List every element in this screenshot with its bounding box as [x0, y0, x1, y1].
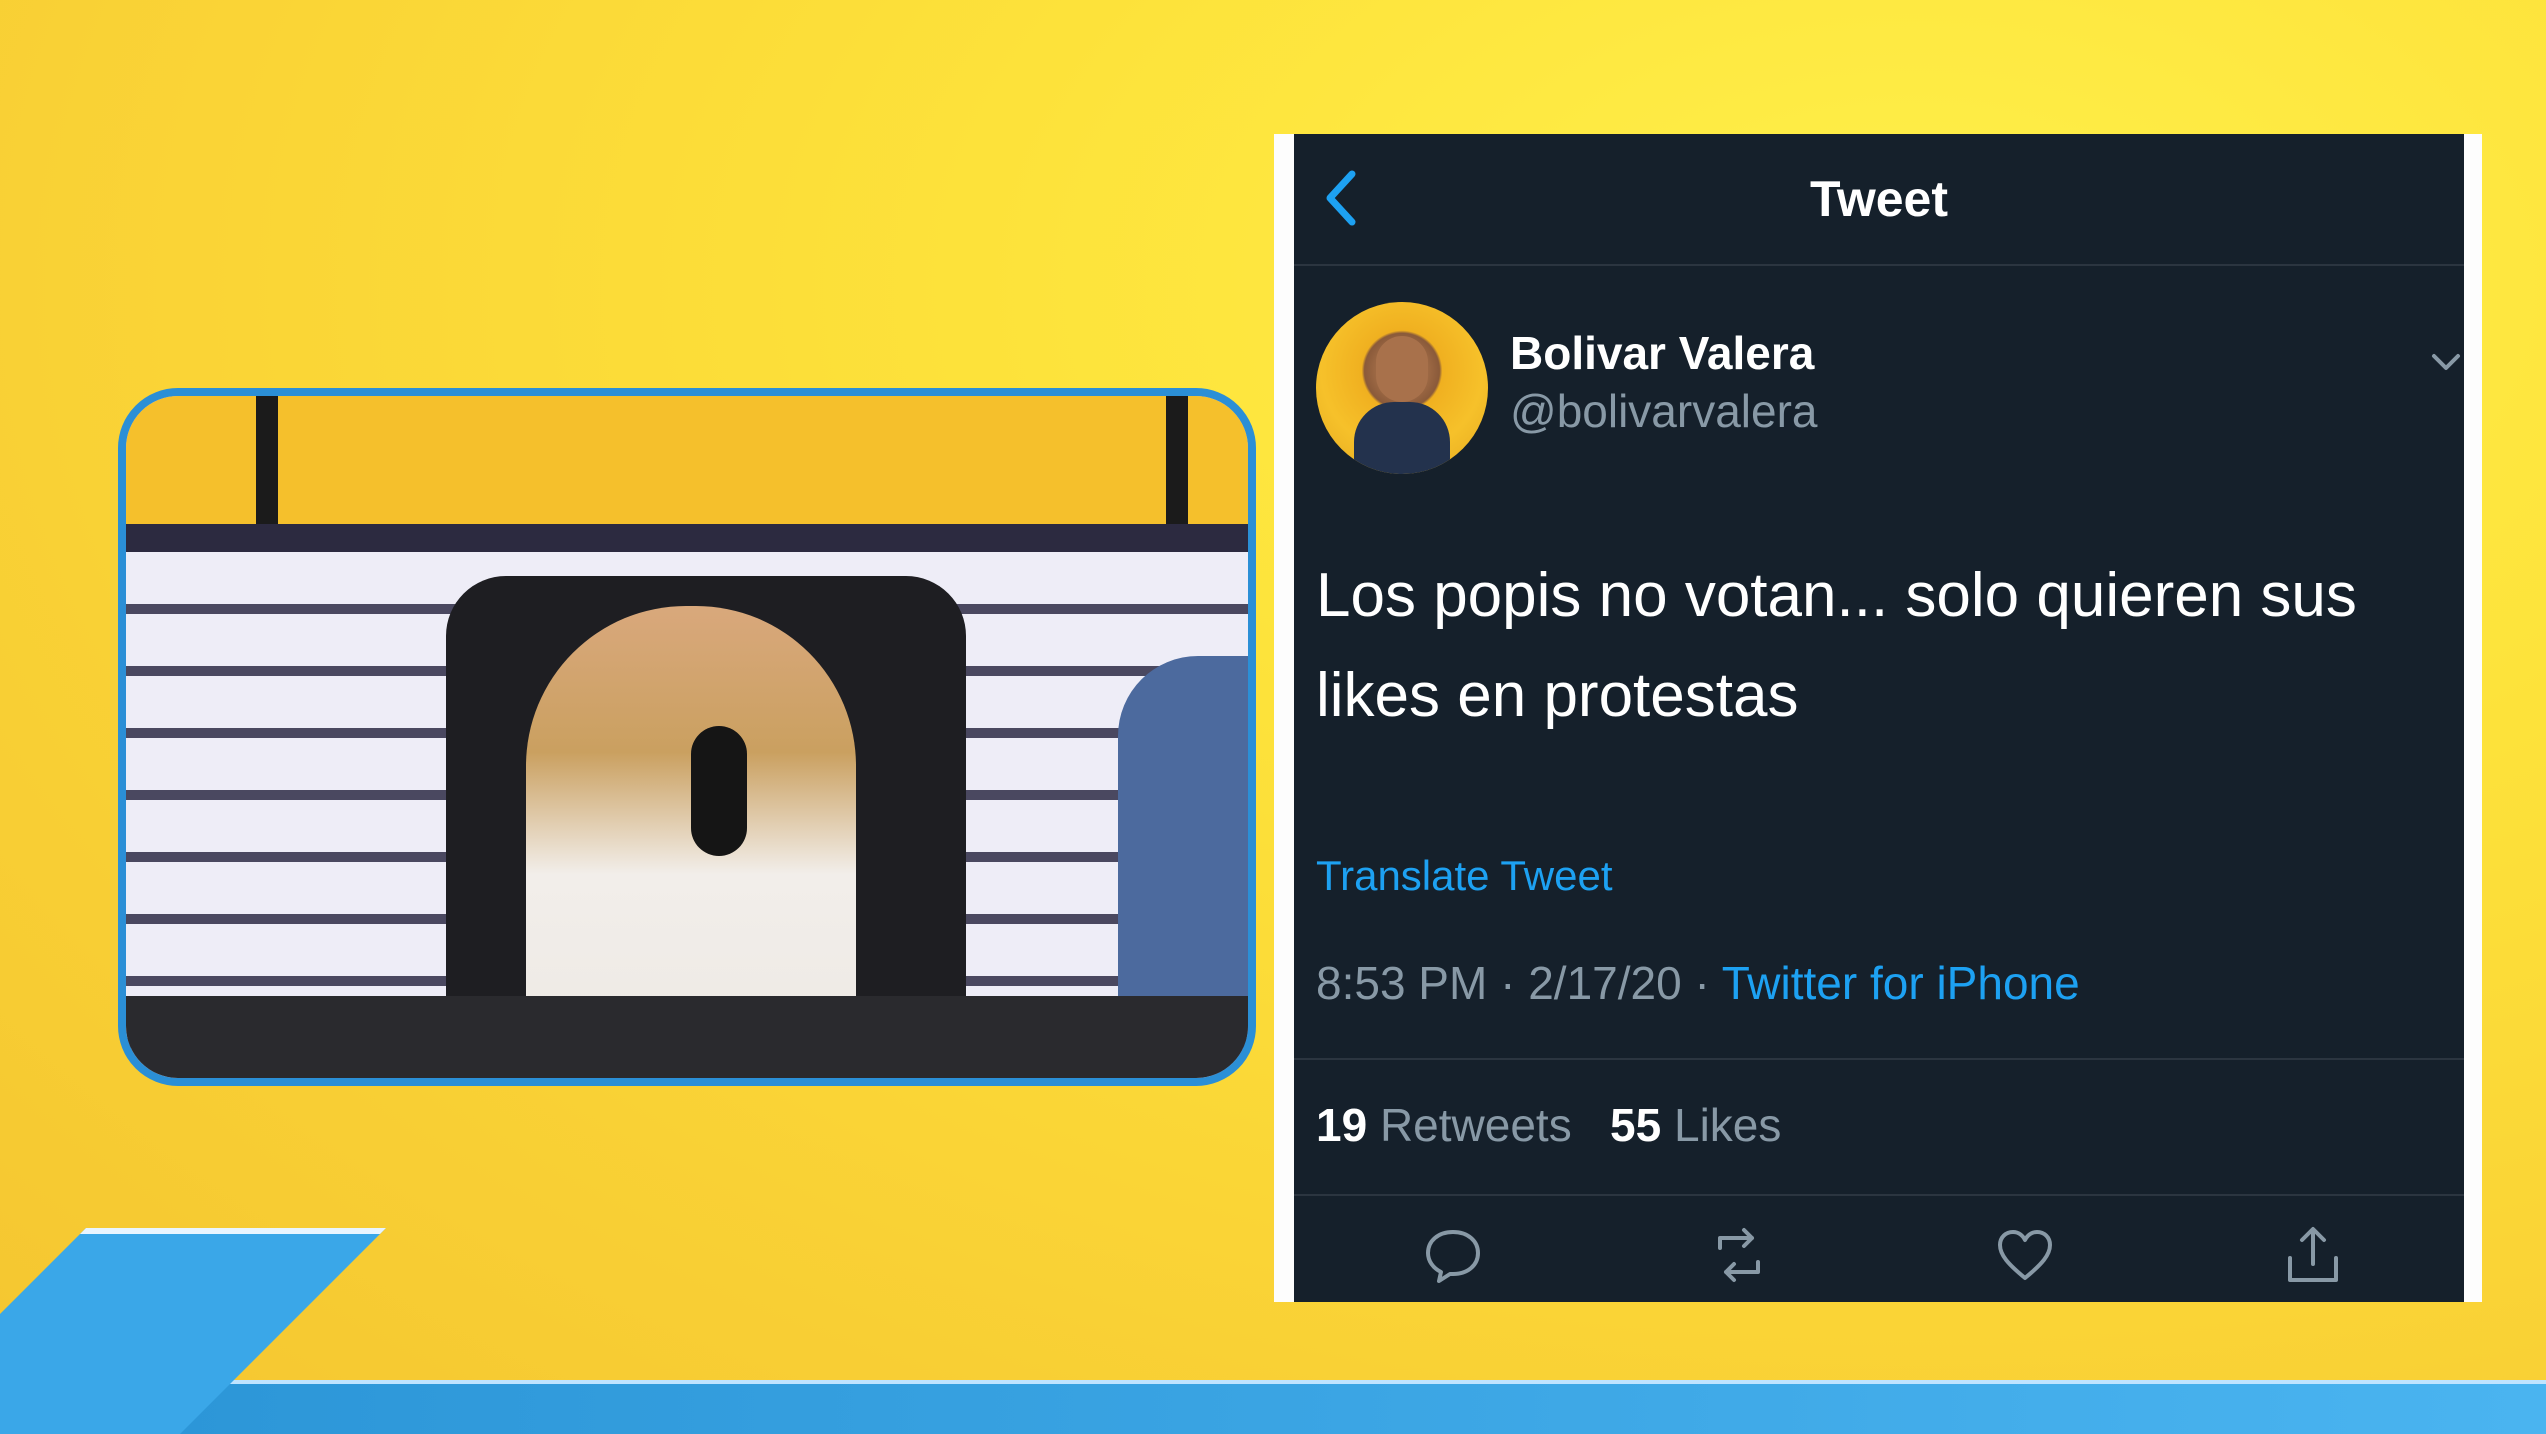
heart-icon[interactable]	[1994, 1224, 2056, 1286]
tweet-stats: 19 Retweets 55 Likes	[1316, 1098, 1781, 1152]
tweet-header: Tweet	[1294, 134, 2464, 266]
page-title: Tweet	[1810, 171, 1948, 227]
tweet-date: 2/17/20	[1528, 957, 1682, 1009]
translate-tweet-link[interactable]: Translate Tweet	[1316, 852, 1612, 900]
meta-separator: ·	[1500, 957, 1516, 1009]
tweet-text: Los popis no votan... solo quieren sus l…	[1316, 561, 2357, 730]
chevron-down-icon[interactable]	[2428, 344, 2464, 380]
likes-label[interactable]: Likes	[1674, 1099, 1781, 1151]
avatar[interactable]	[1316, 302, 1488, 474]
reply-icon[interactable]	[1422, 1224, 1484, 1286]
studio-backdrop	[126, 396, 1248, 536]
retweets-label[interactable]: Retweets	[1380, 1099, 1572, 1151]
tweet-time: 8:53 PM	[1316, 957, 1488, 1009]
meta-separator: ·	[1694, 957, 1710, 1009]
author-name[interactable]: Bolivar Valera	[1510, 326, 1814, 380]
microphone	[691, 726, 747, 856]
tweet-card: Tweet Bolivar Valera @bolivarvalera Los …	[1294, 134, 2464, 1302]
likes-count[interactable]: 55	[1610, 1099, 1661, 1151]
lower-third-bar	[0, 1380, 2546, 1434]
tweet-source-link[interactable]: Twitter for iPhone	[1722, 957, 2080, 1009]
video-feed	[118, 388, 1256, 1086]
studio-desk	[126, 996, 1248, 1078]
retweet-icon[interactable]	[1708, 1224, 1770, 1286]
retweets-count[interactable]: 19	[1316, 1099, 1367, 1151]
tweet-timestamp: 8:53 PM · 2/17/20 · Twitter for iPhone	[1316, 956, 2080, 1010]
tweet-screenshot: Tweet Bolivar Valera @bolivarvalera Los …	[1274, 134, 2482, 1302]
divider	[1294, 1058, 2464, 1060]
author-handle[interactable]: @bolivarvalera	[1510, 384, 1818, 438]
divider	[1294, 1194, 2464, 1196]
share-icon[interactable]	[2282, 1224, 2344, 1286]
tweet-actions	[1294, 1224, 2464, 1294]
